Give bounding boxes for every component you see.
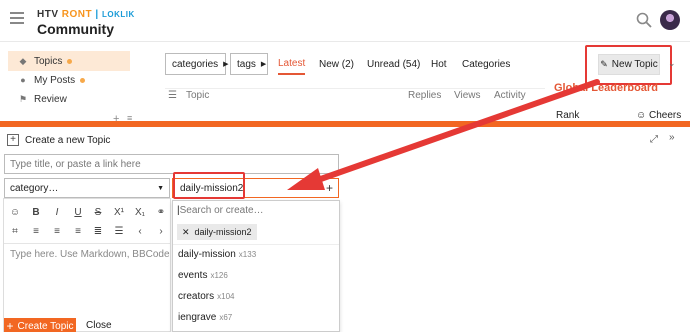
annotation-arrow	[287, 79, 600, 190]
